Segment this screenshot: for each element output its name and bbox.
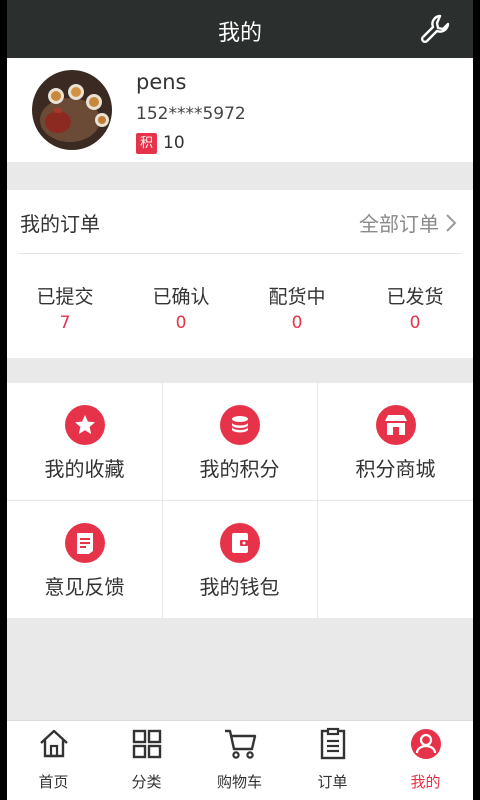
cart-icon [224, 729, 256, 759]
order-status-count: 0 [291, 313, 303, 333]
tab-profile[interactable]: 我的 [379, 727, 472, 792]
chevron-right-icon [446, 213, 457, 232]
category-icon [132, 729, 161, 759]
tab-label: 购物车 [216, 773, 262, 791]
all-orders-label: 全部订单 [359, 212, 439, 236]
tab-label: 我的 [410, 773, 441, 791]
all-orders-link[interactable]: 全部订单 [359, 208, 457, 237]
order-status-label: 已发货 [386, 286, 444, 308]
order-status-count: 7 [59, 313, 71, 333]
profile-card[interactable]: pens 152****5972 积 10 [7, 58, 473, 162]
menu-item-label: 我的钱包 [199, 575, 280, 599]
wallet-icon [220, 523, 260, 563]
menu-item-feedback[interactable]: 意见反馈 [7, 501, 162, 618]
menu-grid: 我的收藏 我的积分 积分商城 意见反馈 我的钱包 [7, 383, 473, 618]
order-status-submitted[interactable]: 已提交 7 [7, 282, 123, 333]
orders-title: 我的订单 [20, 212, 100, 236]
tab-category[interactable]: 分类 [100, 727, 193, 792]
bottom-tab-bar: 首页 分类 购物车 订单 我的 [7, 720, 473, 800]
menu-item-label: 意见反馈 [44, 575, 125, 599]
tab-home[interactable]: 首页 [7, 727, 100, 792]
order-status-label: 配货中 [268, 286, 326, 308]
orders-section: 我的订单 全部订单 已提交 7 已确认 0 配货中 0 已发货 0 [7, 190, 473, 358]
menu-item-favorites[interactable]: 我的收藏 [7, 383, 162, 500]
tab-cart[interactable]: 购物车 [193, 727, 286, 792]
orders-icon [320, 727, 345, 760]
order-status-count: 0 [175, 313, 187, 333]
menu-item-label: 积分商城 [355, 457, 436, 481]
avatar[interactable] [32, 70, 112, 150]
tab-label: 分类 [131, 773, 162, 791]
username: pens [136, 70, 187, 94]
store-icon [376, 405, 416, 445]
order-status-label: 已提交 [36, 286, 94, 308]
profile-icon [410, 729, 441, 759]
tab-label: 订单 [317, 773, 348, 791]
points-value: 10 [163, 133, 185, 153]
menu-item-label: 我的收藏 [44, 457, 125, 481]
menu-item-label: 我的积分 [199, 457, 280, 481]
order-status-label: 已确认 [152, 286, 210, 308]
coins-icon [220, 405, 260, 445]
star-icon [65, 405, 105, 445]
tab-orders[interactable]: 订单 [286, 727, 379, 792]
phone-number: 152****5972 [136, 104, 246, 124]
avatar-image [32, 70, 112, 150]
screen: 我的 pens 152****5972 积 10 我的订单 全部订单 已提交 7… [7, 0, 473, 800]
points-badge: 积 [136, 133, 157, 154]
menu-item-points-mall[interactable]: 积分商城 [318, 383, 473, 500]
tab-label: 首页 [38, 773, 69, 791]
divider [19, 253, 461, 254]
order-status-count: 0 [409, 313, 421, 333]
menu-item-wallet[interactable]: 我的钱包 [162, 501, 317, 618]
wrench-icon[interactable] [419, 12, 453, 46]
title-bar: 我的 [7, 0, 473, 58]
order-status-shipped[interactable]: 已发货 0 [357, 282, 473, 333]
order-status-picking[interactable]: 配货中 0 [239, 282, 355, 333]
page-title: 我的 [217, 21, 262, 46]
order-status-confirmed[interactable]: 已确认 0 [123, 282, 239, 333]
home-icon [39, 729, 68, 758]
feedback-icon [65, 523, 105, 563]
menu-item-my-points[interactable]: 我的积分 [162, 383, 317, 500]
